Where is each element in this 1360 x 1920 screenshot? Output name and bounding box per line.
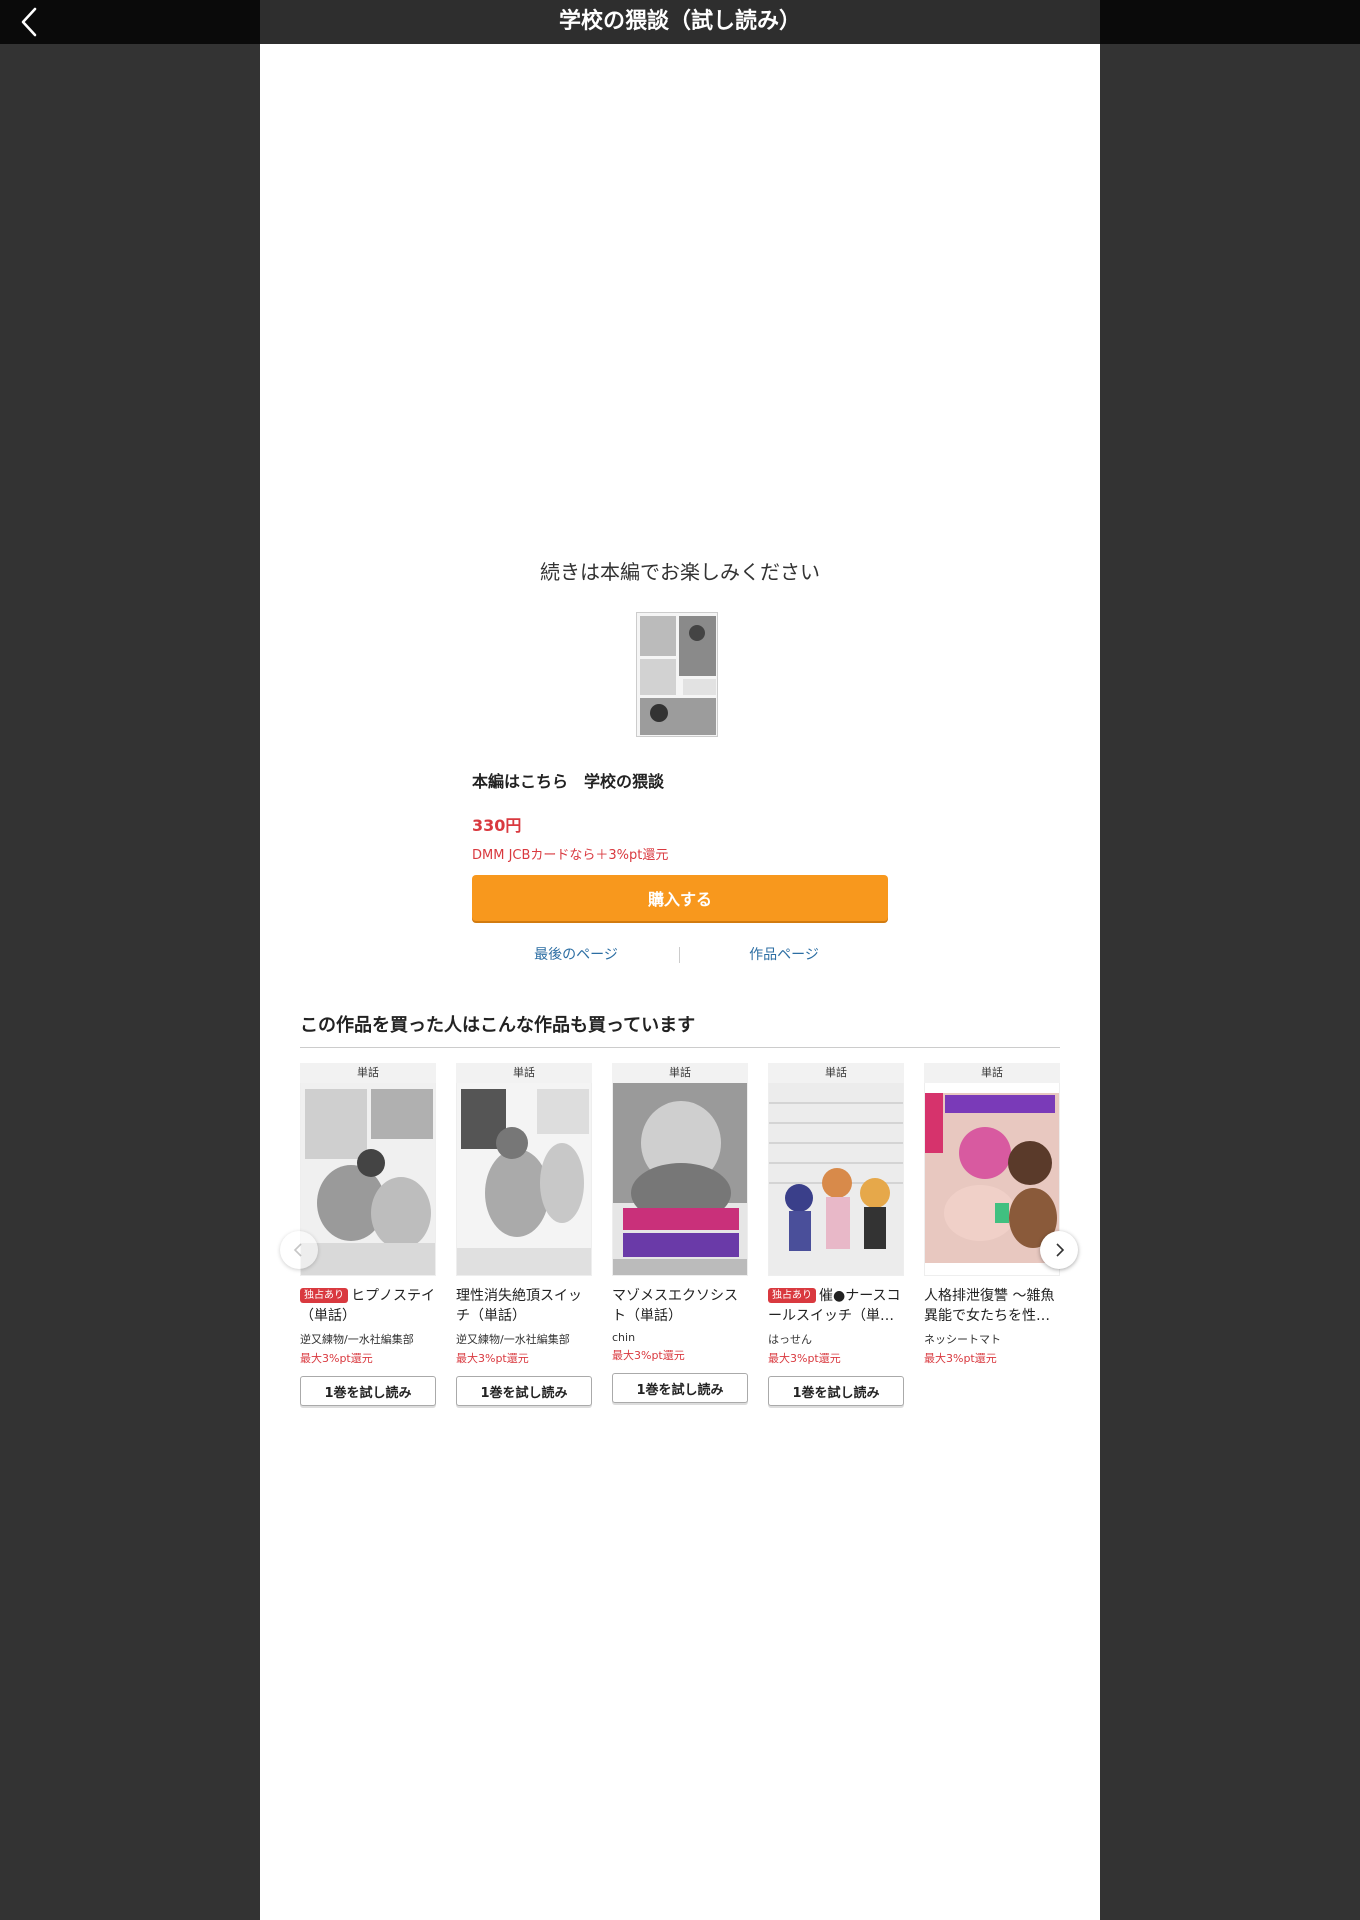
chevron-left-icon	[293, 1243, 302, 1257]
price: 330円	[472, 816, 522, 835]
recommend-carousel: 単話 独占あり ヒプノステイ（単話） 逆又練物/一水社編集部 最大3%pt還元 1…	[300, 1063, 1060, 1406]
cashback-note: DMM JCBカードなら＋3%pt還元	[472, 848, 669, 863]
recommend-item[interactable]: 単話 理性消失絶頂スイッチ（単話） 逆又練物/一水社編集部 最大3%pt還元 1…	[456, 1063, 592, 1406]
item-points: 最大3%pt還元	[924, 1352, 997, 1365]
item-title[interactable]: 独占あり 催●ナースコールスイッチ（単…	[768, 1286, 904, 1326]
cover-thumbnail[interactable]	[636, 612, 718, 737]
type-label: 単話	[456, 1063, 592, 1083]
cover-image[interactable]	[300, 1083, 436, 1276]
cover-image[interactable]	[768, 1083, 904, 1276]
cover-image[interactable]	[612, 1083, 748, 1276]
main-work-link[interactable]: 本編はこちら 学校の猥談	[472, 768, 888, 792]
chevron-left-icon[interactable]	[14, 6, 46, 38]
recommend-item[interactable]: 単話 独占あり ヒプノステイ（単話） 逆又練物/一水社編集部 最大3%pt還元 1…	[300, 1063, 436, 1406]
last-page-link[interactable]: 最後のページ	[472, 944, 680, 966]
exclusive-badge: 独占あり	[300, 1288, 348, 1303]
item-points: 最大3%pt還元	[768, 1352, 841, 1365]
recommend-heading: この作品を買った人はこんな作品も買っています	[300, 1011, 1060, 1048]
chevron-right-icon	[1056, 1243, 1065, 1257]
type-label: 単話	[768, 1063, 904, 1083]
item-author[interactable]: ネッシートマト	[924, 1331, 1060, 1347]
recommend-item[interactable]: 単話 人格排泄復讐 〜雑魚異能で女たちを性… ネッシートマト 最大3%pt還元	[924, 1063, 1060, 1366]
item-points: 最大3%pt還元	[612, 1349, 685, 1362]
item-points: 最大3%pt還元	[300, 1352, 373, 1365]
purchase-area: 本編はこちら 学校の猥談 330円 DMM JCBカードなら＋3%pt還元 購入…	[472, 768, 888, 921]
type-label: 単話	[300, 1063, 436, 1083]
item-title[interactable]: 独占あり ヒプノステイ（単話）	[300, 1286, 436, 1326]
item-title[interactable]: 理性消失絶頂スイッチ（単話）	[456, 1286, 592, 1326]
product-page-link[interactable]: 作品ページ	[680, 944, 888, 966]
trial-read-button[interactable]: 1巻を試し読み	[456, 1376, 592, 1406]
page-links: 最後のページ 作品ページ	[472, 944, 888, 966]
trial-read-button[interactable]: 1巻を試し読み	[612, 1373, 748, 1403]
buy-button[interactable]: 購入する	[472, 875, 888, 921]
item-author[interactable]: はっせん	[768, 1331, 904, 1347]
item-author[interactable]: chin	[612, 1331, 748, 1344]
item-title[interactable]: マゾメスエクソシスト（単話）	[612, 1286, 748, 1326]
continue-message: 続きは本編でお楽しみください	[540, 560, 820, 584]
cover-image[interactable]	[456, 1083, 592, 1276]
trial-read-button[interactable]: 1巻を試し読み	[300, 1376, 436, 1406]
item-title[interactable]: 人格排泄復讐 〜雑魚異能で女たちを性…	[924, 1286, 1060, 1326]
top-bar: 学校の猥談（試し読み）	[0, 0, 1360, 44]
item-author[interactable]: 逆又練物/一水社編集部	[456, 1331, 592, 1347]
recommend-item[interactable]: 単話 独占あり 催●ナースコールスイッチ（単… はっせん 最大3%pt還元 1巻…	[768, 1063, 904, 1406]
recommend-item[interactable]: 単話 マゾメスエクソシスト（単話） chin 最大3%pt還元 1巻を試し読み	[612, 1063, 748, 1403]
trial-read-button[interactable]: 1巻を試し読み	[768, 1376, 904, 1406]
item-author[interactable]: 逆又練物/一水社編集部	[300, 1331, 436, 1347]
carousel-prev-button[interactable]	[280, 1231, 318, 1269]
reader-end-page: 続きは本編でお楽しみください 本編はこちら 学校の猥談 330円 DMM JCB…	[260, 44, 1100, 1920]
type-label: 単話	[924, 1063, 1060, 1083]
type-label: 単話	[612, 1063, 748, 1083]
carousel-next-button[interactable]	[1040, 1231, 1078, 1269]
item-points: 最大3%pt還元	[456, 1352, 529, 1365]
exclusive-badge: 独占あり	[768, 1288, 816, 1303]
page-title: 学校の猥談（試し読み）	[558, 9, 801, 34]
